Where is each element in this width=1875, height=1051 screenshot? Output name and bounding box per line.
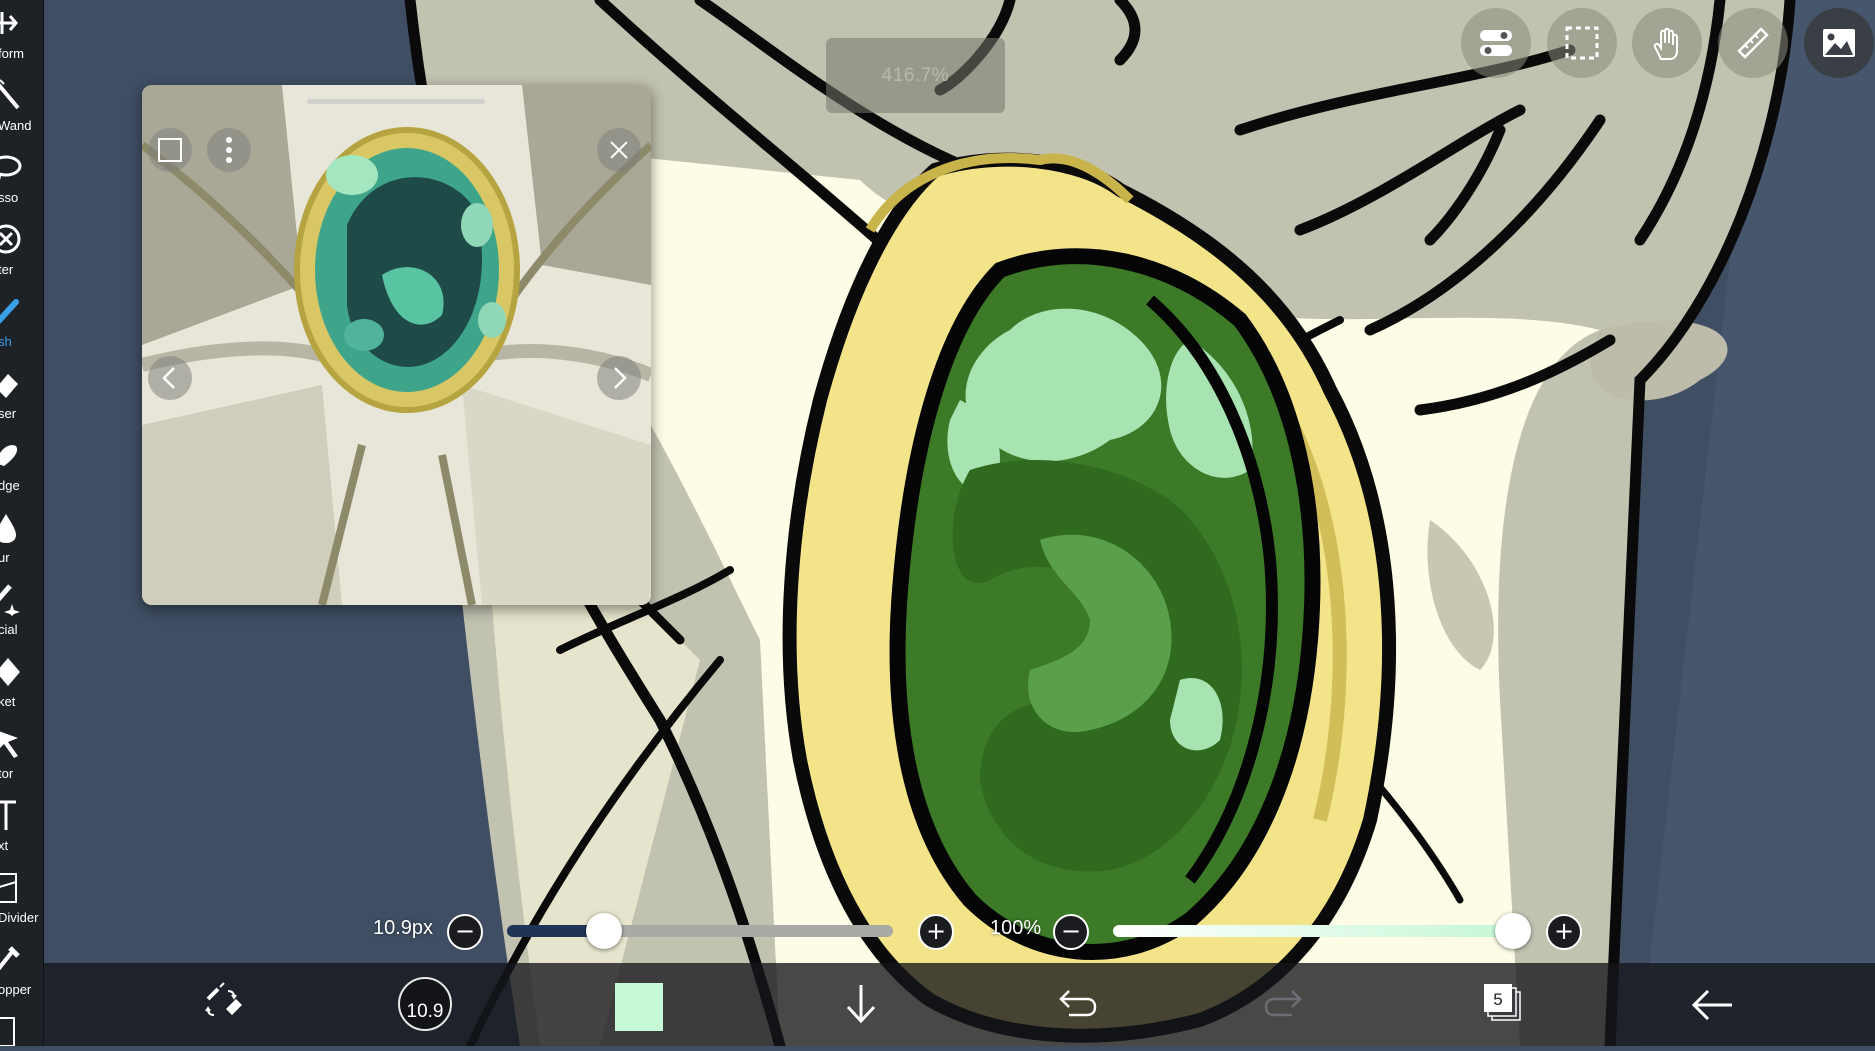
magic-wand-icon	[0, 79, 20, 110]
bottom-bar: 10.9 5	[44, 963, 1875, 1046]
tool-brush[interactable]: sh	[0, 288, 43, 360]
tool-toolbar: form Wand sso ter sh ser dge ur cial ket…	[0, 0, 44, 1046]
tool-frame-divider[interactable]: Divider	[0, 864, 43, 936]
reference-button[interactable]	[1804, 8, 1874, 78]
blur-icon	[0, 514, 16, 543]
opacity-knob[interactable]	[1495, 913, 1531, 949]
arrow-left-icon	[1691, 989, 1732, 1021]
transform-icon	[0, 12, 18, 34]
brush-size-slider[interactable]	[507, 925, 893, 937]
selection-icon	[1565, 26, 1599, 60]
layers-button[interactable]: 5	[1465, 963, 1535, 1046]
square-icon	[158, 138, 182, 162]
tool-move[interactable]: tor	[0, 720, 43, 792]
move-icon	[0, 731, 18, 758]
eraser-icon	[0, 374, 18, 398]
tool-eraser[interactable]: ser	[0, 360, 43, 432]
more-vertical-icon	[226, 137, 232, 163]
smudge-icon	[0, 445, 17, 466]
hand-button[interactable]	[1632, 8, 1702, 78]
tool-switch-button[interactable]	[186, 963, 256, 1046]
redo-button[interactable]	[1252, 963, 1322, 1046]
arrow-down-icon	[846, 985, 876, 1024]
tool-label: opper	[0, 982, 32, 997]
brush-size-badge: 10.9	[406, 1001, 444, 1022]
minus-icon: −	[454, 917, 476, 945]
ruler-button[interactable]	[1718, 8, 1788, 78]
undo-icon	[1059, 990, 1097, 1017]
plus-icon: +	[1553, 917, 1575, 945]
reference-close-button[interactable]	[597, 128, 641, 172]
brush-size-value: 10.9px	[373, 917, 434, 939]
text-icon	[0, 800, 16, 830]
reference-menu-button[interactable]	[207, 128, 251, 172]
eyedropper-icon	[0, 946, 20, 971]
tool-special[interactable]: cial	[0, 576, 43, 648]
tool-blur[interactable]: ur	[0, 504, 43, 576]
filter-icon	[0, 224, 21, 254]
canvas-icon	[0, 1017, 15, 1046]
chevron-left-icon	[162, 367, 175, 389]
toggle-button[interactable]	[1461, 8, 1531, 78]
fit-button[interactable]	[148, 128, 192, 172]
tool-label: Divider	[0, 910, 39, 925]
next-reference-button[interactable]	[597, 356, 641, 400]
bucket-icon	[0, 658, 20, 686]
tool-label: tor	[0, 766, 14, 781]
tool-smudge[interactable]: dge	[0, 432, 43, 504]
drag-handle[interactable]	[307, 99, 485, 104]
tool-text[interactable]: xt	[0, 792, 43, 864]
tool-label: dge	[0, 478, 20, 493]
reference-window[interactable]	[142, 85, 651, 605]
layer-count: 5	[1493, 990, 1503, 1009]
redo-icon	[1264, 990, 1302, 1017]
tool-filter[interactable]: ter	[0, 216, 43, 288]
tool-label: Wand	[0, 118, 32, 133]
opacity-increase-button[interactable]: +	[1546, 914, 1582, 950]
gallery-icon	[1823, 29, 1855, 57]
ruler-icon	[1737, 27, 1769, 59]
tool-bucket[interactable]: ket	[0, 648, 43, 720]
opacity-decrease-button[interactable]: −	[1053, 914, 1089, 950]
tool-label: ket	[0, 694, 16, 709]
brush-eraser-switch-icon	[205, 982, 242, 1016]
brush-size-button[interactable]: 10.9	[398, 977, 452, 1031]
toggle-icon	[1480, 30, 1512, 56]
tool-canvas[interactable]	[0, 1008, 43, 1046]
brush-size-knob[interactable]	[585, 913, 622, 949]
lasso-icon	[0, 155, 22, 181]
layer-down-button[interactable]	[826, 963, 896, 1046]
brush-size-decrease-button[interactable]: −	[447, 914, 483, 950]
opacity-slider[interactable]	[1113, 925, 1513, 937]
color-swatch-button[interactable]	[615, 983, 663, 1031]
opacity-value: 100%	[990, 917, 1042, 939]
tool-lasso[interactable]: sso	[0, 144, 43, 216]
zoom-indicator: 416.7%	[826, 38, 1005, 113]
chevron-right-icon	[614, 367, 627, 389]
brush-icon	[0, 299, 19, 325]
tool-label: ser	[0, 406, 17, 421]
tool-label: ter	[0, 262, 14, 277]
tool-label: sso	[0, 190, 19, 205]
minus-icon: −	[1060, 917, 1082, 945]
undo-button[interactable]	[1039, 963, 1109, 1046]
close-icon	[610, 141, 628, 159]
tool-label: form	[0, 46, 24, 61]
tool-eyedropper[interactable]: opper	[0, 936, 43, 1008]
brush-size-increase-button[interactable]: +	[918, 914, 954, 950]
tool-magic-wand[interactable]: Wand	[0, 72, 43, 144]
tool-label: cial	[0, 622, 18, 637]
hand-icon	[1653, 27, 1678, 60]
tool-label: sh	[0, 334, 12, 349]
selection-button[interactable]	[1547, 8, 1617, 78]
tool-transform[interactable]: form	[0, 0, 43, 72]
tool-label: xt	[0, 838, 9, 853]
previous-reference-button[interactable]	[148, 356, 192, 400]
tool-label: ur	[0, 550, 10, 565]
special-icon	[0, 584, 20, 616]
back-button[interactable]	[1678, 963, 1748, 1046]
frame-divider-icon	[0, 873, 17, 903]
plus-icon: +	[925, 917, 947, 945]
